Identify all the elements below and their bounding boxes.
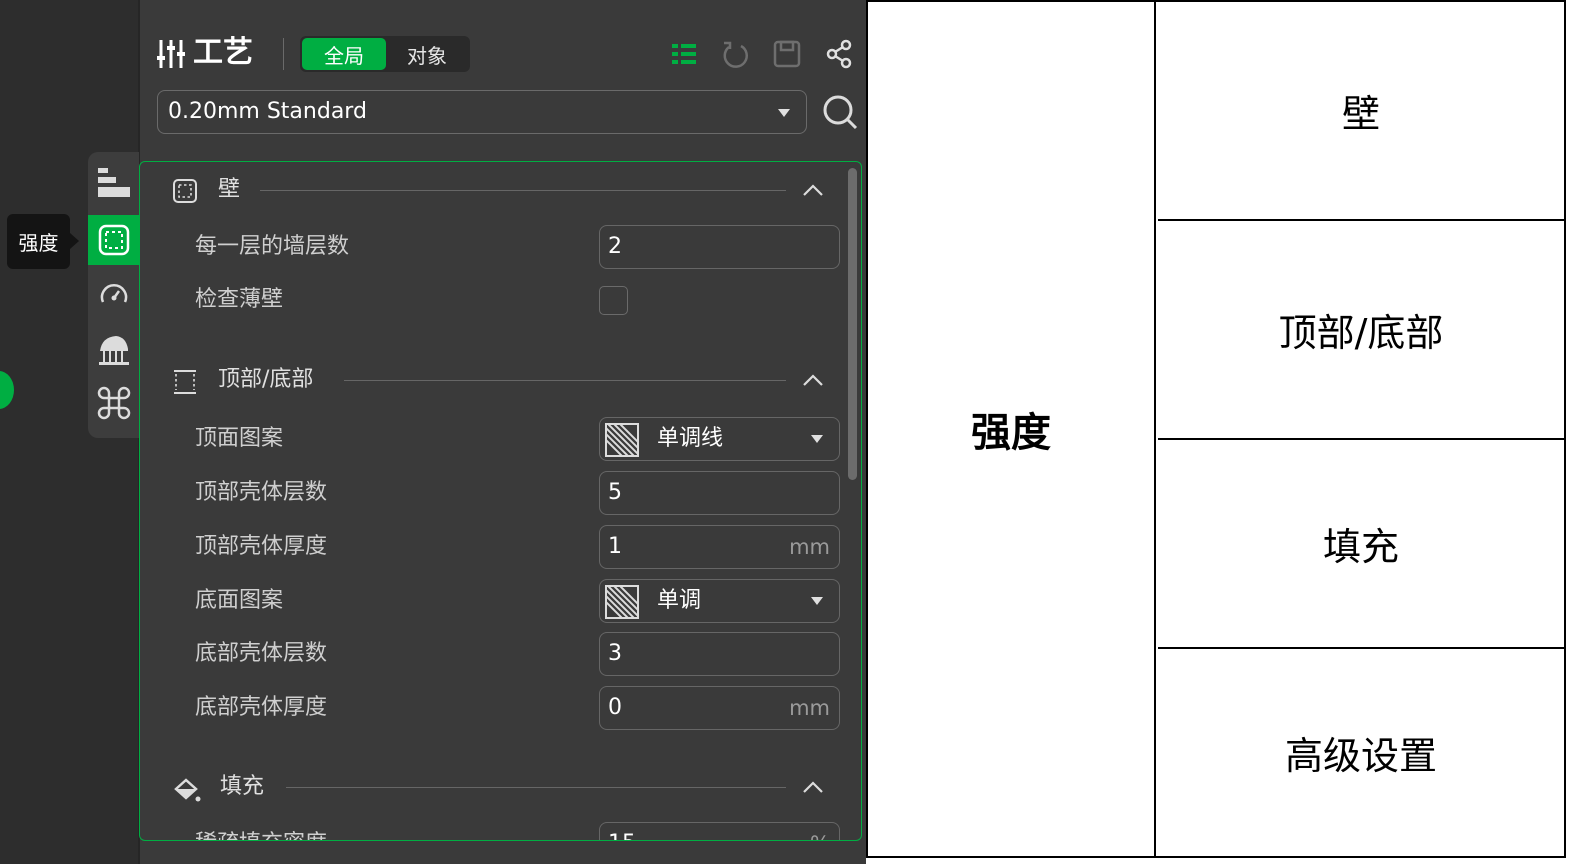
section-divider [344,380,786,381]
quality-icon [97,168,130,197]
chevron-up-icon [803,184,823,196]
bottom-shell-layers-label: 底部壳体层数 [195,641,328,666]
section-divider [286,787,786,788]
wall-loops-label: 每一层的墙层数 [195,234,350,259]
category-rail [88,152,139,438]
top-shell-layers-input[interactable]: 5 [599,471,840,515]
advanced-toggle-button[interactable] [667,37,701,71]
share-nodes-icon [826,39,852,69]
monotonic-line-pattern-icon [605,423,639,457]
slicer-app: 强度 工艺 全局 对象 0.20mm Standard 壁 每一层的墙层数 2 … [0,0,866,864]
detect-thin-wall-label: 检查薄壁 [195,287,284,312]
settings-panel: 壁 每一层的墙层数 2 检查薄壁 顶部/底部 顶面图案 单调线 顶部壳体层数 5… [139,161,862,841]
bottom-shell-thickness-label: 底部壳体厚度 [195,695,328,720]
panel-scrollbar[interactable] [848,168,857,480]
undo-icon [723,41,748,68]
list-settings-icon [672,44,696,64]
sparse-infill-density-input[interactable]: 15 % [599,822,840,840]
strength-icon [98,224,129,256]
support-icon [98,336,129,365]
scope-toggle: 全局 对象 [300,36,470,72]
table-row-advanced: 高级设置 [1284,734,1437,778]
monotonic-pattern-icon [605,585,639,619]
bottom-shell-layers-value: 3 [608,641,622,666]
sparse-infill-density-label: 稀疏填充密度 [195,829,327,840]
top-bottom-shell-icon [174,370,196,394]
table-category-cell: 强度 [868,2,1156,856]
others-icon [97,386,130,420]
top-pattern-select[interactable]: 单调线 [599,417,840,461]
top-shell-thickness-input[interactable]: 1 mm [599,525,840,569]
speed-icon [100,284,127,303]
top-shell-layers-label: 顶部壳体层数 [195,480,328,505]
section-infill-header[interactable]: 填充 [140,767,840,807]
wall-loops-value: 2 [608,234,622,259]
top-shell-thickness-value: 1 [608,534,622,559]
rail-quality-button[interactable] [88,158,139,208]
chevron-down-icon [811,435,823,443]
top-pattern-value: 单调线 [657,426,724,451]
bottom-pattern-label: 底面图案 [195,588,284,613]
panel-title: 工艺 [193,35,253,70]
rail-others-button[interactable] [88,378,139,428]
wall-icon [173,179,197,203]
infill-bucket-icon [174,778,201,802]
section-wall-header[interactable]: 壁 [140,170,840,210]
chevron-down-icon [778,109,790,117]
bottom-shell-thickness-value: 0 [608,695,622,720]
reset-button[interactable] [718,37,752,71]
save-button[interactable] [770,37,804,71]
table-row-infill: 填充 [1158,440,1564,649]
wall-loops-input[interactable]: 2 [599,225,840,269]
sparse-infill-density-value: 15 [608,831,636,840]
chevron-up-icon [803,374,823,386]
table-row-wall: 壁 [1158,2,1564,221]
bottom-pattern-value: 单调 [657,588,702,613]
rail-strength-button[interactable] [88,215,139,265]
preset-value: 0.20mm Standard [168,99,367,124]
rail-speed-button[interactable] [88,270,139,320]
unit-label: mm [789,696,830,720]
section-top-bottom-title: 顶部/底部 [218,367,314,392]
strength-tooltip: 强度 [7,214,70,269]
detect-thin-wall-checkbox[interactable] [599,286,628,315]
strength-category-table: 强度 壁 顶部/底部 填充 高级设置 [866,0,1566,858]
unit-label: mm [789,535,830,559]
chevron-up-icon [803,781,823,793]
table-row-top-bottom: 顶部/底部 [1158,221,1564,440]
header-separator [283,38,284,70]
top-shell-layers-value: 5 [608,480,622,505]
compare-button[interactable] [822,37,856,71]
rail-support-button[interactable] [88,324,139,374]
section-top-bottom-header[interactable]: 顶部/底部 [140,360,840,400]
bottom-shell-thickness-input[interactable]: 0 mm [599,686,840,730]
save-icon [773,40,801,68]
bottom-pattern-select[interactable]: 单调 [599,579,840,623]
process-settings-icon [157,40,185,68]
bottom-shell-layers-input[interactable]: 3 [599,632,840,676]
section-divider [260,190,786,191]
process-preset-select[interactable]: 0.20mm Standard [157,90,807,134]
search-icon[interactable] [820,92,860,132]
unit-label: % [810,823,830,840]
top-shell-thickness-label: 顶部壳体厚度 [195,534,328,559]
top-pattern-label: 顶面图案 [195,426,284,451]
section-infill-title: 填充 [220,774,265,799]
tooltip-arrow [70,233,79,249]
chevron-down-icon [811,597,823,605]
scope-global-tab[interactable]: 全局 [302,38,386,70]
section-wall-title: 壁 [218,177,241,202]
scope-object-tab[interactable]: 对象 [386,38,468,70]
